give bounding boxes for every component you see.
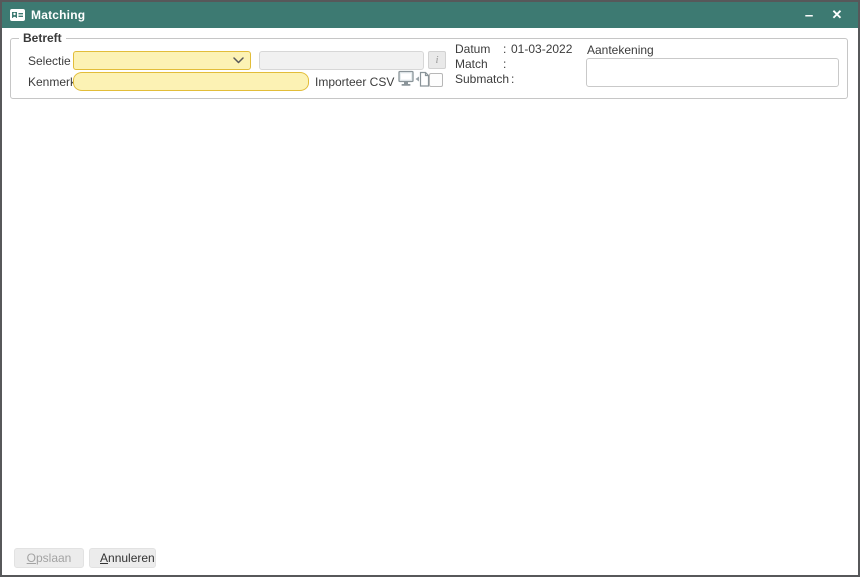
titlebar: Matching – ✕ <box>2 2 858 28</box>
opslaan-button-rest: pslaan <box>36 551 71 565</box>
match-colon: : <box>503 57 511 72</box>
meta-rows: Datum : 01-03-2022 Match : Submatch : <box>455 42 572 87</box>
info-button[interactable]: i <box>428 51 446 69</box>
datum-colon: : <box>503 42 511 57</box>
contact-card-icon <box>10 9 25 21</box>
importeer-csv-checkbox[interactable] <box>429 73 443 87</box>
submatch-colon: : <box>511 72 519 87</box>
window-title: Matching <box>31 8 85 22</box>
import-csv-icon[interactable] <box>398 70 430 90</box>
chevron-down-icon <box>233 57 244 64</box>
opslaan-button[interactable]: Opslaan <box>14 548 84 568</box>
annuleren-button-rest: nnuleren <box>108 551 155 565</box>
datum-value: 01-03-2022 <box>511 42 572 57</box>
aantekening-field[interactable] <box>586 58 839 87</box>
aantekening-label: Aantekening <box>587 43 654 57</box>
minimize-button[interactable]: – <box>798 5 820 25</box>
selectie-detail-field <box>259 51 424 70</box>
matching-dialog: Matching – ✕ Betreft Selectie i Kenmerk … <box>0 0 860 577</box>
selectie-label: Selectie <box>28 54 71 68</box>
importeer-csv-label: Importeer CSV <box>315 75 394 89</box>
match-row: Match : <box>455 57 572 72</box>
submatch-label: Submatch <box>455 72 511 87</box>
submatch-row: Submatch : <box>455 72 572 87</box>
close-button[interactable]: ✕ <box>826 5 848 25</box>
betreft-legend: Betreft <box>19 31 66 45</box>
annuleren-button-key: A <box>100 551 108 565</box>
selectie-dropdown[interactable] <box>73 51 251 70</box>
datum-row: Datum : 01-03-2022 <box>455 42 572 57</box>
datum-label: Datum <box>455 42 503 57</box>
kenmerk-field[interactable] <box>73 72 309 91</box>
annuleren-button[interactable]: Annuleren <box>89 548 156 568</box>
betreft-fieldset: Betreft Selectie i Kenmerk Importeer CSV <box>10 38 848 99</box>
match-label: Match <box>455 57 503 72</box>
kenmerk-label: Kenmerk <box>28 75 76 89</box>
opslaan-button-key: O <box>27 551 36 565</box>
